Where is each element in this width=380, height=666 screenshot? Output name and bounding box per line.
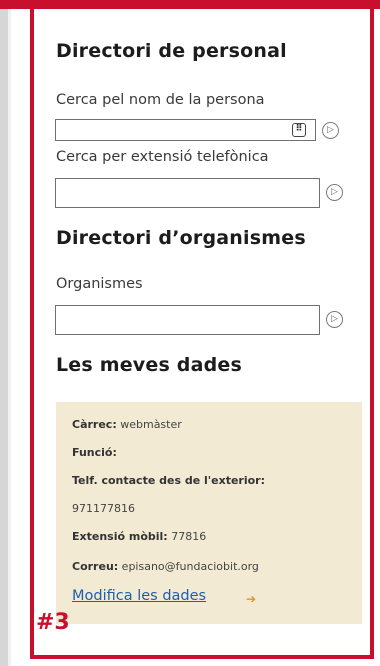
name-search-go-button[interactable]: ▷ (322, 122, 339, 139)
extension-search-go-button[interactable]: ▷ (326, 184, 343, 201)
organisms-label: Organismes (56, 276, 143, 292)
position-row: Càrrec: webmàster (72, 418, 182, 431)
position-value: webmàster (120, 418, 182, 431)
circle-chevron-right-icon: ▷ (331, 314, 338, 324)
my-data-heading: Les meves dades (56, 354, 243, 376)
mobile-ext-label: Extensió mòbil: (72, 530, 168, 543)
email-value: episano@fundaciobit.org (121, 560, 259, 573)
my-data-box: Càrrec: webmàster Funció: Telf. contacte… (56, 402, 362, 624)
mobile-ext-value: 77816 (171, 530, 207, 543)
function-row: Funció: (72, 446, 117, 459)
extension-search-label: Cerca per extensió telefònica (56, 149, 269, 165)
keyboard-icon[interactable]: ⠿ (292, 123, 306, 137)
mobile-ext-row: Extensió mòbil: 77816 (72, 530, 206, 543)
organisation-directory-heading: Directori d’organismes (56, 227, 306, 249)
email-row: Correu: episano@fundaciobit.org (72, 560, 259, 573)
email-label: Correu: (72, 560, 119, 573)
arrow-right-icon: ➔ (246, 592, 257, 606)
top-accent-bar (0, 0, 380, 9)
annotation-tag: #3 (36, 610, 70, 635)
name-search-input[interactable]: ⠿ (55, 119, 316, 141)
circle-chevron-right-icon: ▷ (327, 125, 334, 135)
staff-directory-heading: Directori de personal (56, 40, 287, 62)
organisms-go-button[interactable]: ▷ (326, 311, 343, 328)
external-phone-label: Telf. contacte des de l'exterior: (72, 474, 265, 487)
left-edge-light (8, 0, 11, 666)
external-phone-row: Telf. contacte des de l'exterior: (72, 474, 265, 487)
position-label: Càrrec: (72, 418, 117, 431)
organisms-input[interactable] (55, 305, 320, 335)
extension-search-input[interactable] (55, 178, 320, 208)
function-label: Funció: (72, 446, 117, 459)
left-edge (0, 0, 8, 666)
external-phone-value: 971177816 (72, 502, 135, 515)
name-search-label: Cerca pel nom de la persona (56, 92, 265, 108)
circle-chevron-right-icon: ▷ (331, 187, 338, 197)
edit-data-link[interactable]: Modifica les dades (72, 588, 206, 604)
